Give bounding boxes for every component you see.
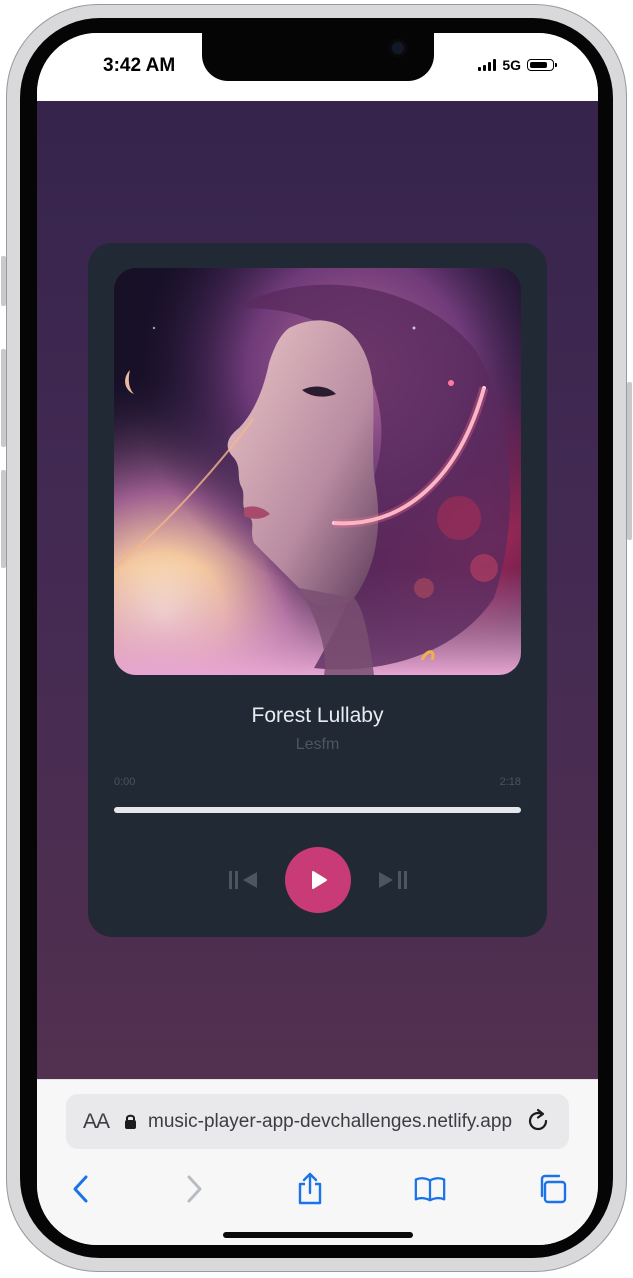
tabs-icon (540, 1174, 567, 1204)
progress-bar[interactable] (114, 807, 521, 813)
notch (202, 33, 434, 81)
battery-icon (527, 59, 557, 71)
home-indicator (223, 1232, 413, 1238)
web-content: Forest Lullaby Lesfm 0:00 2:18 (37, 101, 598, 1079)
power-button (627, 382, 632, 540)
album-cover (114, 268, 521, 675)
play-icon (312, 871, 327, 889)
song-artist: Lesfm (295, 736, 340, 753)
next-track-button[interactable] (372, 847, 412, 913)
album-art-image (114, 268, 521, 675)
browser-toolbar: AA music-player-app-devchallenges.netlif… (37, 1079, 598, 1245)
volume-up-button (1, 349, 6, 447)
network-label: 5G (502, 57, 521, 73)
song-title: Forest Lullaby (251, 704, 384, 727)
playback-controls (88, 847, 547, 913)
previous-track-button[interactable] (224, 847, 264, 913)
bookmarks-button[interactable] (413, 1172, 447, 1206)
lock-icon (124, 1113, 137, 1135)
play-button[interactable] (285, 847, 351, 913)
signal-icon (478, 59, 497, 71)
silent-switch (1, 256, 6, 306)
share-icon (298, 1172, 322, 1205)
battery-level (529, 61, 548, 68)
text-size-button[interactable]: AA (83, 1110, 110, 1134)
camera-icon (389, 39, 407, 57)
forward-button[interactable] (177, 1172, 211, 1206)
book-icon (414, 1177, 446, 1202)
progress-fill (114, 807, 521, 813)
status-bar: 3:42 AM 5G (37, 33, 598, 101)
status-time: 3:42 AM (103, 55, 176, 76)
skip-back-icon (229, 871, 257, 889)
reload-icon[interactable] (526, 1108, 552, 1139)
skip-forward-icon (379, 871, 407, 889)
volume-down-button (1, 470, 6, 568)
phone-screen: 3:42 AM 5G Forest Lullaby Lesfm 0:00 2:1… (37, 33, 598, 1245)
address-bar[interactable]: AA music-player-app-devchallenges.netlif… (66, 1094, 569, 1149)
music-player-card: Forest Lullaby Lesfm 0:00 2:18 (88, 243, 547, 937)
tabs-button[interactable] (535, 1172, 569, 1206)
status-indicators: 5G (478, 57, 557, 73)
chevron-left-icon (73, 1175, 88, 1203)
share-button[interactable] (293, 1172, 327, 1206)
url-text[interactable]: music-player-app-devchallenges.netlify.a… (148, 1111, 518, 1133)
browser-nav (37, 1172, 598, 1206)
current-time: 0:00 (114, 776, 136, 788)
chevron-right-icon (187, 1175, 202, 1203)
back-button[interactable] (64, 1172, 98, 1206)
total-duration: 2:18 (499, 776, 521, 788)
